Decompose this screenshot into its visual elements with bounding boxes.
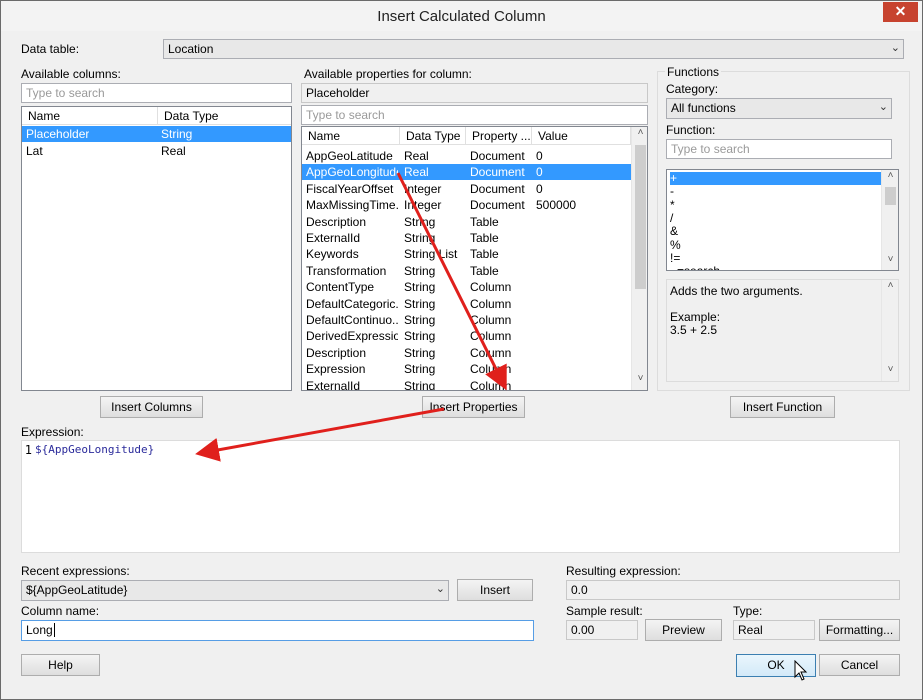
annotation-arrows	[195, 172, 507, 462]
red-arrow	[396, 172, 507, 391]
dialog-window: Insert Calculated Column ✕ Data table: L…	[0, 0, 923, 700]
red-arrow	[195, 407, 445, 462]
